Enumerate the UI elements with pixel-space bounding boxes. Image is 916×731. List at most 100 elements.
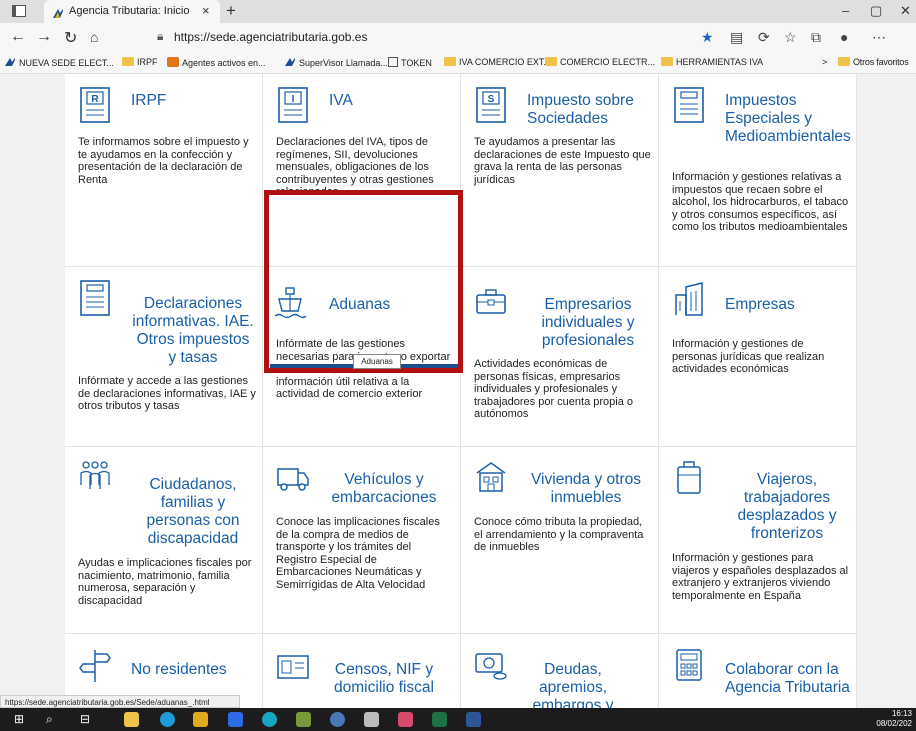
page-icon [388, 57, 398, 67]
card-especiales[interactable]: Impuestos Especiales y Medioambientales … [659, 74, 857, 267]
home-icon[interactable]: ⌂ [90, 29, 98, 45]
card-title[interactable]: IVA [329, 92, 353, 110]
card-title[interactable]: Declaraciones informativas. IAE. Otros i… [131, 295, 255, 367]
card-sociedades[interactable]: S Impuesto sobre Sociedades Te ayudamos … [461, 74, 659, 267]
card-title[interactable]: Viajeros, trabajadores desplazados y fro… [725, 471, 849, 543]
bookmark-folder[interactable]: IRPF [122, 57, 158, 67]
luggage-icon [677, 461, 701, 494]
app-icon[interactable] [330, 712, 345, 727]
card-title[interactable]: Ciudadanos, familias y personas con disc… [131, 476, 255, 548]
irpf-document-icon: R [80, 87, 110, 123]
collections-icon[interactable]: ⧉ [811, 29, 821, 46]
building-icon [675, 282, 703, 316]
mail-icon[interactable] [364, 712, 379, 727]
card-title[interactable]: Censos, NIF y domicilio fiscal [329, 661, 439, 697]
app-icon [167, 57, 179, 67]
card-description: Te ayudamos a presentar las declaracione… [474, 136, 651, 186]
favorites-icon[interactable]: ☆ [784, 29, 797, 46]
windows-start-icon[interactable]: ⊞ [14, 712, 29, 727]
card-declaraciones[interactable]: Declaraciones informativas. IAE. Otros i… [65, 267, 263, 447]
extensions-icon[interactable]: ⟳ [758, 29, 770, 46]
folder-icon [444, 57, 456, 66]
browser-tab[interactable]: Agencia Tributaria: Inicio × [44, 0, 220, 23]
calculator-icon [676, 649, 702, 681]
bookmark-folder[interactable]: HERRAMIENTAS IVA [661, 57, 763, 67]
money-icon [475, 653, 507, 680]
card-title[interactable]: No residentes [131, 661, 227, 679]
card-irpf[interactable]: R IRPF Te informamos sobre el impuesto y… [65, 74, 263, 267]
taskbar: ⊞ ⌕ ⊟ 16:13 08/02/202 [0, 708, 916, 731]
card-description: Conoce cómo tributa la propiedad, el arr… [474, 516, 644, 553]
zoom-icon[interactable] [228, 712, 243, 727]
agencia-favicon-icon [284, 57, 296, 67]
card-title[interactable]: Impuestos Especiales y Medioambientales [725, 92, 851, 146]
card-description: Infórmate y accede a las gestiones de de… [78, 375, 256, 412]
card-title[interactable]: IRPF [131, 92, 166, 110]
browser-title-bar: Agencia Tributaria: Inicio × + – ▢ ✕ [0, 0, 916, 23]
word-icon[interactable] [466, 712, 481, 727]
back-icon[interactable]: ← [10, 28, 26, 46]
forward-icon[interactable]: → [36, 28, 52, 46]
close-window-button[interactable]: ✕ [900, 3, 911, 19]
app-icon[interactable] [296, 712, 311, 727]
page-content: R IRPF Te informamos sobre el impuesto y… [0, 74, 916, 708]
card-title[interactable]: Colaborar con la Agencia Tributaria [725, 661, 851, 697]
bookmark-item[interactable]: TOKEN [388, 57, 432, 68]
app-icon[interactable] [193, 712, 208, 727]
edge-browser-icon[interactable] [160, 712, 175, 727]
excel-icon[interactable] [432, 712, 447, 727]
card-ciudadanos[interactable]: Ciudadanos, familias y personas con disc… [65, 447, 263, 634]
tooltip: Aduanas [353, 354, 401, 369]
especiales-document-icon [674, 87, 704, 123]
declaraciones-document-icon [80, 280, 110, 316]
bookmarks-bar: NUEVA SEDE ELECT... IRPF Agentes activos… [0, 53, 916, 74]
card-title[interactable]: Empresas [725, 296, 795, 314]
status-url: https://sede.agenciatributaria.gob.es/Se… [0, 695, 240, 708]
bookmark-folder[interactable]: Otros favoritos [838, 57, 909, 67]
id-card-icon [277, 655, 309, 679]
task-view-icon[interactable]: ⊟ [80, 712, 95, 727]
new-tab-button[interactable]: + [226, 1, 236, 21]
card-title[interactable]: Vivienda y otros inmuebles [527, 471, 645, 507]
favorite-star-icon[interactable]: ★ [701, 29, 714, 46]
profile-avatar-icon[interactable]: ● [840, 29, 848, 45]
card-censos[interactable]: Censos, NIF y domicilio fiscal [263, 634, 461, 708]
search-icon[interactable]: ⌕ [46, 712, 61, 727]
card-vivienda[interactable]: Vivienda y otros inmuebles Conoce cómo t… [461, 447, 659, 634]
tab-title: Agencia Tributaria: Inicio [69, 5, 190, 17]
file-explorer-icon[interactable] [124, 712, 139, 727]
lock-icon[interactable]: 🔒︎ [157, 29, 163, 44]
svg-text:S: S [488, 94, 495, 105]
tab-close-icon[interactable]: × [202, 3, 210, 18]
folder-icon [122, 57, 134, 66]
card-vehiculos[interactable]: Vehículos y embarcaciones Conoce las imp… [263, 447, 461, 634]
card-colaborar[interactable]: Colaborar con la Agencia Tributaria [659, 634, 857, 708]
card-title[interactable]: Vehículos y embarcaciones [329, 471, 439, 507]
card-title[interactable]: Deudas, apremios, embargos y [527, 661, 619, 708]
bookmark-item[interactable]: NUEVA SEDE ELECT... [4, 57, 114, 68]
card-empresas[interactable]: Empresas Información y gestiones de pers… [659, 267, 857, 447]
refresh-icon[interactable]: ↻ [64, 28, 77, 48]
window-menu-icon[interactable] [12, 5, 26, 17]
clock[interactable]: 16:13 08/02/202 [876, 709, 912, 729]
signpost-icon [79, 650, 111, 682]
svg-text:I: I [292, 94, 295, 105]
minimize-button[interactable]: – [842, 3, 849, 18]
address-input[interactable]: https://sede.agenciatributaria.gob.es [174, 30, 367, 44]
bookmark-item[interactable]: Agentes activos en... [167, 57, 266, 68]
card-description: Te informamos sobre el impuesto y te ayu… [78, 136, 249, 186]
card-viajeros[interactable]: Viajeros, trabajadores desplazados y fro… [659, 447, 857, 634]
card-empresarios[interactable]: Empresarios individuales y profesionales… [461, 267, 659, 447]
card-title[interactable]: Empresarios individuales y profesionales [527, 296, 649, 350]
card-deudas[interactable]: Deudas, apremios, embargos y [461, 634, 659, 708]
bookmark-folder[interactable]: COMERCIO ELECTR... [545, 57, 655, 67]
more-menu-icon[interactable]: ⋯ [872, 29, 886, 46]
bookmark-folder[interactable]: IVA COMERCIO EXT... [444, 57, 551, 67]
reading-view-icon[interactable]: ▤ [730, 29, 743, 46]
bookmarks-overflow-icon[interactable]: > [822, 57, 827, 67]
card-title[interactable]: Impuesto sobre Sociedades [527, 92, 658, 128]
app-icon[interactable] [398, 712, 413, 727]
restore-button[interactable]: ▢ [870, 3, 882, 19]
bookmark-item[interactable]: SuperVisor Llamada... [284, 57, 388, 68]
network-app-icon[interactable] [262, 712, 277, 727]
